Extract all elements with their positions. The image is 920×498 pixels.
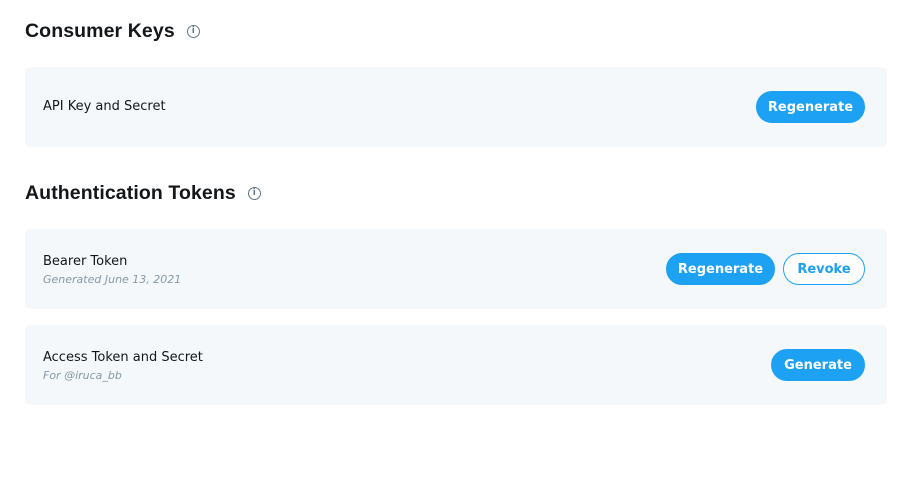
keys-and-tokens-page: Consumer Keys i API Key and Secret Regen…	[0, 0, 920, 498]
authentication-tokens-title: Authentication Tokens	[25, 182, 236, 204]
access-token-owner: For @iruca_bb	[43, 368, 122, 382]
api-key-label: API Key and Secret	[43, 99, 166, 114]
bearer-token-regenerate-button[interactable]: Regenerate	[666, 253, 775, 285]
info-icon[interactable]: i	[247, 187, 261, 200]
consumer-keys-title: Consumer Keys	[25, 20, 175, 42]
bearer-token-revoke-button[interactable]: Revoke	[783, 253, 865, 285]
authentication-tokens-heading: Authentication Tokens i	[25, 182, 261, 205]
access-token-label: Access Token and Secret	[43, 350, 203, 365]
bearer-token-card: Bearer Token Generated June 13, 2021 Reg…	[25, 229, 887, 309]
api-key-card: API Key and Secret Regenerate	[25, 67, 887, 147]
access-token-card: Access Token and Secret For @iruca_bb Ge…	[25, 325, 887, 405]
consumer-keys-heading: Consumer Keys i	[25, 20, 200, 43]
api-key-regenerate-button[interactable]: Regenerate	[756, 91, 865, 123]
bearer-token-generated-date: Generated June 13, 2021	[43, 272, 182, 286]
access-token-generate-button[interactable]: Generate	[771, 349, 865, 381]
info-icon[interactable]: i	[186, 25, 200, 38]
bearer-token-label: Bearer Token	[43, 254, 128, 269]
